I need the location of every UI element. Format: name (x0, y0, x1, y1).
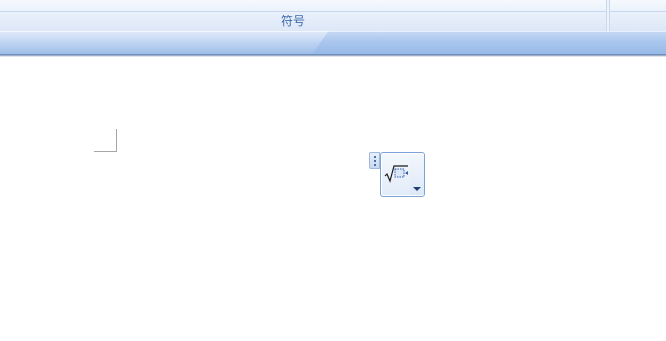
ribbon-group-symbols[interactable]: 符号 (0, 0, 606, 31)
chevron-down-icon (413, 187, 421, 191)
word-window: 符号 (0, 0, 666, 341)
equation-insert-button[interactable] (382, 154, 411, 195)
equation-options-dropdown[interactable] (410, 154, 424, 195)
handle-dot (374, 164, 376, 166)
document-page[interactable] (0, 57, 666, 341)
ribbon-group-strip: 符号 (0, 0, 666, 31)
ribbon-bottom-band (0, 31, 666, 55)
band-shine (0, 31, 329, 55)
handle-dot (374, 160, 376, 162)
text-boundary-corner-mark (94, 129, 117, 152)
equation-box[interactable] (380, 152, 425, 197)
handle-dot (374, 156, 376, 158)
radical-sqrt-icon (384, 165, 408, 183)
equation-placeholder[interactable] (369, 152, 426, 197)
ribbon-next-group (610, 11, 666, 12)
ribbon-group-label: 符号 (280, 14, 305, 28)
ribbon-group-separator (606, 0, 610, 31)
equation-move-handle[interactable] (369, 152, 380, 169)
